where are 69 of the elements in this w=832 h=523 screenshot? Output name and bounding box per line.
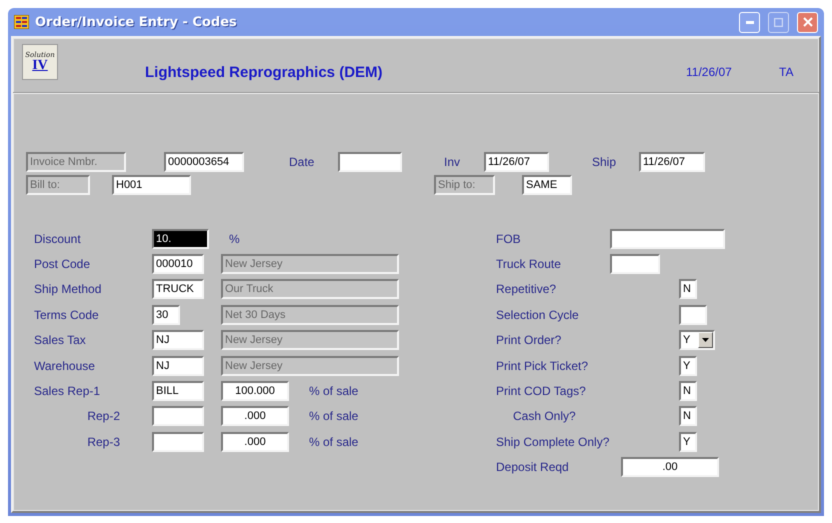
description-field: New Jersey [221, 356, 399, 376]
input-field[interactable]: N [679, 381, 697, 402]
input-field[interactable] [152, 432, 204, 452]
input-field[interactable]: NJ [152, 356, 204, 376]
minimize-icon[interactable] [739, 12, 760, 32]
percent-field[interactable]: .000 [221, 406, 289, 426]
input-field[interactable]: NJ [152, 330, 204, 350]
field-label: Deposit Reqd [496, 460, 570, 474]
unit-label: % of sale [309, 434, 358, 449]
disabled-field: Ship to: [434, 175, 495, 195]
percent-field[interactable]: 100.000 [221, 381, 289, 402]
input-field[interactable]: BILL [152, 381, 204, 402]
field-label: Post Code [34, 257, 92, 272]
dropdown[interactable]: Y [679, 330, 715, 350]
field-label: Selection Cycle [496, 308, 580, 322]
description-field: New Jersey [221, 254, 399, 274]
field-label: Sales Rep-1 [34, 384, 102, 398]
input-field[interactable] [679, 304, 707, 325]
description-field: New Jersey [221, 330, 399, 350]
field-label: Warehouse [34, 358, 96, 373]
window-title: Order/Invoice Entry - Codes [35, 14, 238, 30]
input-field[interactable]: Y [679, 432, 697, 452]
input-field[interactable] [610, 228, 725, 249]
unit-label: % of sale [309, 409, 358, 424]
disabled-field: Bill to: [26, 175, 90, 195]
input-field[interactable]: 11/26/07 [484, 152, 549, 172]
input-field[interactable]: 10. [152, 228, 209, 249]
unit-label: % [229, 232, 240, 246]
field-label: Sales Tax [34, 333, 87, 348]
field-label: Cash Only? [513, 409, 577, 424]
field-label: Repetitive? [496, 282, 558, 296]
company-name: Lightspeed Reprographics (DEM) [145, 64, 384, 80]
field-label: Rep-2 [86, 409, 120, 424]
input-field[interactable]: H001 [112, 175, 191, 195]
input-field[interactable]: 000010 [152, 254, 204, 274]
input-field[interactable]: Y [679, 356, 697, 376]
field-label: Truck Route [496, 257, 562, 272]
input-field[interactable]: SAME [522, 175, 572, 195]
close-icon[interactable] [797, 12, 818, 32]
field-label: Discount [34, 232, 82, 246]
header-date: 11/26/07 [686, 65, 733, 79]
input-field[interactable]: N [679, 406, 697, 426]
input-field[interactable]: .00 [621, 457, 719, 478]
unit-label: % of sale [309, 384, 358, 398]
disabled-field: Invoice Nmbr. [26, 152, 126, 172]
input-field[interactable] [610, 254, 660, 274]
field-label: Print Pick Ticket? [496, 358, 590, 373]
input-field[interactable] [152, 406, 204, 426]
table-icon [14, 15, 29, 29]
input-field[interactable]: N [679, 279, 697, 300]
field-label: Terms Code [34, 308, 100, 322]
percent-field[interactable]: .000 [221, 432, 289, 452]
field-label: Print Order? [496, 333, 562, 348]
field-label: Inv [444, 155, 462, 169]
description-field: Our Truck [221, 279, 399, 300]
input-field[interactable]: TRUCK [152, 279, 204, 300]
input-field[interactable]: 11/26/07 [639, 152, 705, 172]
user-initials: TA [779, 65, 794, 79]
field-label: Ship [592, 155, 618, 169]
field-label: Print COD Tags? [496, 384, 587, 398]
field-label: Ship Method [34, 282, 102, 296]
field-label: Date [289, 155, 316, 169]
description-field: Net 30 Days [221, 304, 399, 325]
field-label: Rep-3 [86, 434, 120, 449]
input-field[interactable]: 30 [152, 304, 180, 325]
input-field[interactable] [338, 152, 402, 172]
input-field[interactable]: 0000003654 [164, 152, 244, 172]
field-label: FOB [496, 232, 522, 246]
field-label: Ship Complete Only? [496, 434, 610, 449]
